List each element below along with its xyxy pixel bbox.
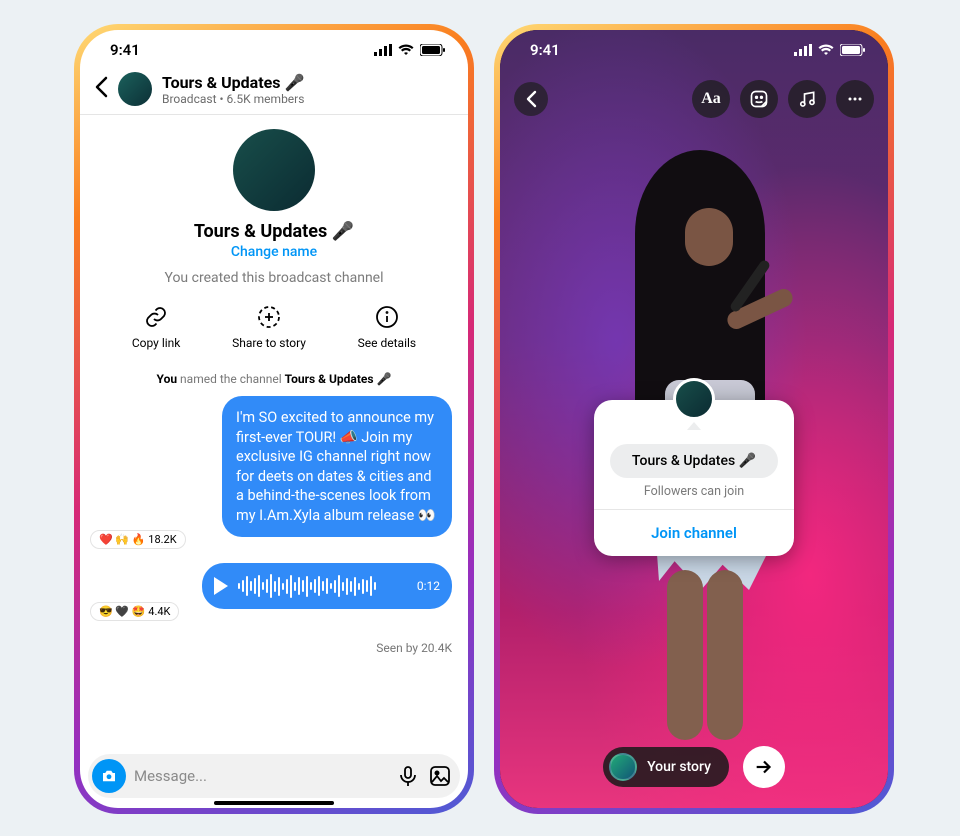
channel-header: Tours & Updates 🎤 Broadcast • 6.5K membe… <box>80 70 468 115</box>
status-time: 9:41 <box>530 41 560 59</box>
message-reactions[interactable]: ❤️ 🙌 🔥 18.2K <box>90 530 186 549</box>
change-name-link[interactable]: Change name <box>80 244 468 260</box>
voice-duration: 0:12 <box>417 579 440 593</box>
message-input[interactable]: Message... <box>134 767 388 785</box>
sticker-tool-button[interactable] <box>740 80 778 118</box>
battery-icon <box>840 44 866 56</box>
text-tool-button[interactable]: Aa <box>692 80 730 118</box>
channel-avatar-small[interactable] <box>118 72 152 106</box>
message-text: I'm SO excited to announce my first-ever… <box>222 396 452 537</box>
voice-message[interactable]: 0:12 😎 🖤 🤩 4.4K <box>80 563 468 609</box>
seen-indicator: Seen by 20.4K <box>80 641 468 655</box>
mic-button[interactable] <box>396 764 420 788</box>
signal-icon <box>794 44 812 56</box>
wifi-icon <box>398 44 414 56</box>
signal-icon <box>374 44 392 56</box>
back-button[interactable] <box>94 76 108 102</box>
play-icon[interactable] <box>214 577 228 595</box>
phone-broadcast-channel: 9:41 Tours & Updates 🎤 Broadcast • 6.5K … <box>74 24 474 814</box>
status-bar: 9:41 <box>500 30 888 70</box>
camera-button[interactable] <box>92 759 126 793</box>
status-time: 9:41 <box>110 41 140 59</box>
channel-sticker-card[interactable]: Tours & Updates 🎤 Followers can join Joi… <box>594 400 794 556</box>
share-story-button[interactable] <box>743 746 785 788</box>
story-toolbar: Aa <box>500 80 888 118</box>
link-icon <box>143 304 169 330</box>
join-channel-button[interactable]: Join channel <box>606 516 782 544</box>
phone-story-share: 9:41 Aa Tour <box>494 24 894 814</box>
home-indicator <box>214 801 334 805</box>
system-note: You named the channel Tours & Updates 🎤 <box>80 372 468 386</box>
your-story-avatar <box>609 753 637 781</box>
message-bubble[interactable]: I'm SO excited to announce my first-ever… <box>80 396 468 537</box>
channel-profile: Tours & Updates 🎤 Change name You create… <box>80 115 468 290</box>
created-note: You created this broadcast channel <box>80 270 468 286</box>
sticker-avatar <box>673 378 715 420</box>
channel-actions: Copy link Share to story See details <box>80 290 468 358</box>
add-story-icon <box>256 304 282 330</box>
status-bar: 9:41 <box>80 30 468 70</box>
channel-subtitle: Broadcast • 6.5K members <box>162 92 304 106</box>
more-tools-button[interactable] <box>836 80 874 118</box>
music-tool-button[interactable] <box>788 80 826 118</box>
message-composer[interactable]: Message... <box>88 754 460 798</box>
wifi-icon <box>818 44 834 56</box>
copy-link-button[interactable]: Copy link <box>132 304 181 350</box>
see-details-button[interactable]: See details <box>358 304 416 350</box>
battery-icon <box>420 44 446 56</box>
sticker-title: Tours & Updates 🎤 <box>610 444 778 478</box>
share-to-story-button[interactable]: Share to story <box>232 304 306 350</box>
story-bottom-bar: Your story <box>500 746 888 788</box>
story-back-button[interactable] <box>514 82 548 116</box>
your-story-button[interactable]: Your story <box>603 747 729 787</box>
info-icon <box>374 304 400 330</box>
gallery-button[interactable] <box>428 764 452 788</box>
channel-avatar-large[interactable] <box>233 129 315 211</box>
waveform[interactable] <box>238 573 407 599</box>
channel-title[interactable]: Tours & Updates 🎤 <box>162 73 304 92</box>
voice-reactions[interactable]: 😎 🖤 🤩 4.4K <box>90 602 179 621</box>
sticker-subtitle: Followers can join <box>606 484 782 499</box>
channel-name: Tours & Updates 🎤 <box>80 221 468 242</box>
